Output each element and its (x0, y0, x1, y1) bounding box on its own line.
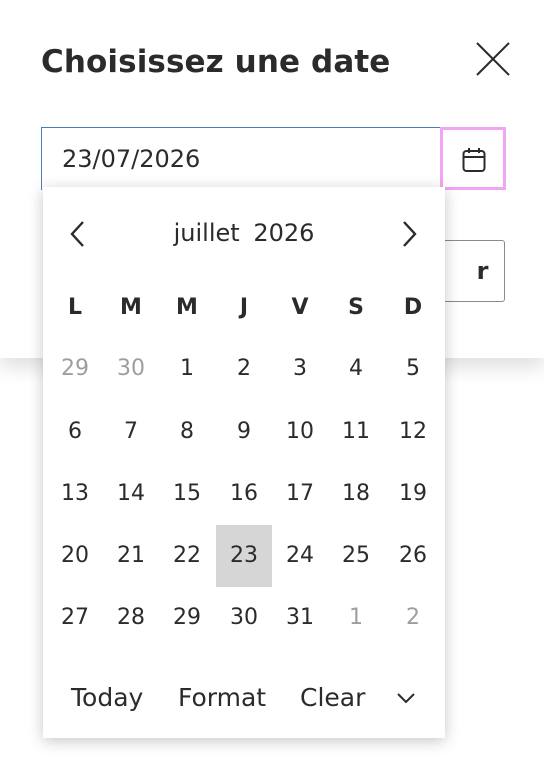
day-cell[interactable]: 15 (159, 463, 215, 525)
calendar-popup: juillet 2026 LMMJVSD 29 30 1 2 3 4 5 6 7 8 9 10 11 12… (43, 187, 445, 738)
month-year-label[interactable]: juillet 2026 (43, 219, 445, 247)
today-button[interactable]: Today (71, 683, 143, 712)
clear-button[interactable]: Clear (300, 683, 365, 712)
day-cell[interactable]: 4 (328, 338, 384, 400)
day-cell[interactable]: 13 (47, 463, 103, 525)
day-cell[interactable]: 31 (272, 587, 328, 649)
day-cell[interactable]: 30 (216, 587, 272, 649)
day-cell[interactable]: 5 (385, 338, 441, 400)
weekday-label: V (291, 295, 309, 320)
day-cell[interactable]: 12 (385, 401, 441, 463)
day-cell[interactable]: 28 (103, 587, 159, 649)
day-cell[interactable]: 6 (47, 401, 103, 463)
day-cell[interactable]: 11 (328, 401, 384, 463)
weekday-label: S (348, 295, 364, 320)
format-button[interactable]: Format (178, 683, 266, 712)
dialog-title: Choisissez une date (41, 44, 391, 80)
weekday-label: L (67, 295, 83, 320)
day-cell[interactable]: 16 (216, 463, 272, 525)
day-cell[interactable]: 1 (159, 338, 215, 400)
day-cell[interactable]: 14 (103, 463, 159, 525)
day-cell[interactable]: 19 (385, 463, 441, 525)
day-cell[interactable]: 26 (385, 525, 441, 587)
day-cell[interactable]: 24 (272, 525, 328, 587)
day-cell[interactable]: 2 (216, 338, 272, 400)
chevron-right-icon (403, 221, 417, 247)
close-icon (476, 42, 510, 76)
day-cell[interactable]: 29 (47, 338, 103, 400)
weekday-label: D (403, 295, 423, 320)
day-cell[interactable]: 10 (272, 401, 328, 463)
day-cell[interactable]: 27 (47, 587, 103, 649)
day-cell[interactable]: 3 (272, 338, 328, 400)
day-cell[interactable]: 7 (103, 401, 159, 463)
calendar-icon (462, 148, 486, 172)
day-cell[interactable]: 2 (385, 587, 441, 649)
day-cell[interactable]: 1 (328, 587, 384, 649)
weekday-label: M (176, 295, 198, 320)
close-button[interactable] (474, 40, 512, 78)
weekday-label: J (239, 295, 249, 320)
date-input[interactable] (41, 127, 440, 190)
day-cell[interactable]: 29 (159, 587, 215, 649)
day-cell[interactable]: 8 (159, 401, 215, 463)
next-month-button[interactable] (394, 217, 424, 251)
calendar-toggle-button[interactable] (440, 127, 506, 190)
day-cell[interactable]: 9 (216, 401, 272, 463)
day-cell[interactable]: 30 (103, 338, 159, 400)
year-label: 2026 (253, 219, 315, 247)
chevron-down-icon (397, 693, 415, 704)
day-cell[interactable]: 20 (47, 525, 103, 587)
more-options-button[interactable] (395, 687, 417, 709)
weekday-label: M (120, 295, 142, 320)
day-cell[interactable]: 17 (272, 463, 328, 525)
day-cell[interactable]: 18 (328, 463, 384, 525)
dialog-action-button-label: r (476, 257, 489, 285)
month-label: juillet (173, 219, 240, 247)
day-cell[interactable]: 25 (328, 525, 384, 587)
day-cell[interactable]: 21 (103, 525, 159, 587)
day-cell-selected[interactable]: 23 (216, 525, 272, 587)
day-cell[interactable]: 22 (159, 525, 215, 587)
